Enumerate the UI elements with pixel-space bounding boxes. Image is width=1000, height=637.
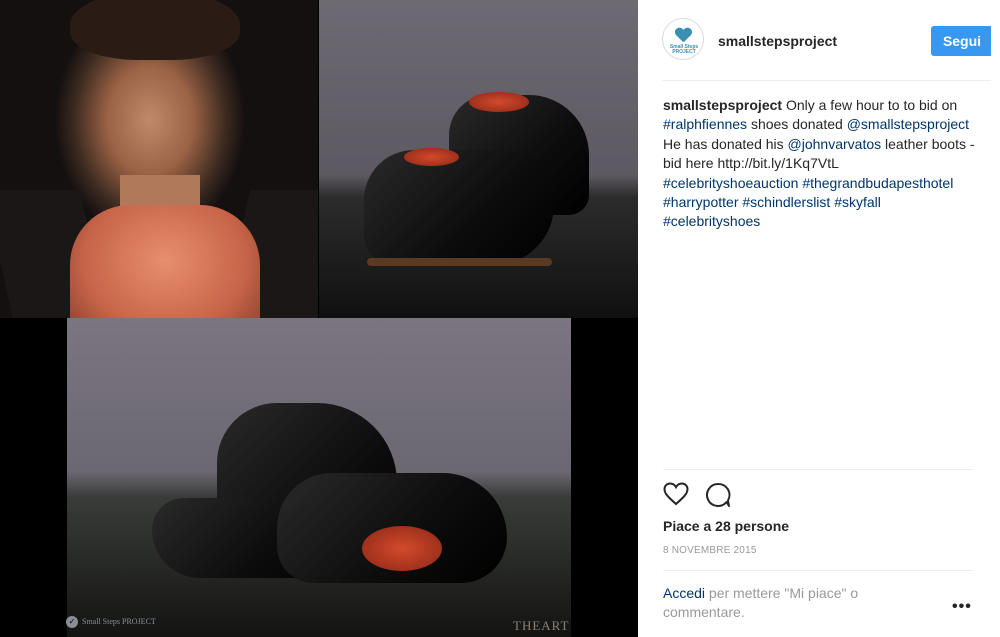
caption-text: Only a few hour to to bid on [782,97,958,113]
heart-watermark: THEART [513,618,570,633]
post-date: 8 NOVEMBRE 2015 [663,545,757,556]
media-watermark: ✓ Small Steps PROJECT [66,616,156,628]
mention-link[interactable]: @smallstepsproject [847,116,969,132]
watermark-text: Small Steps PROJECT [82,617,156,626]
speech-bubble-icon[interactable] [705,482,731,508]
boot-lining [362,526,442,571]
watermark-logo-icon: ✓ [66,616,78,628]
portrait-hair [70,0,240,60]
hashtag-link[interactable]: #skyfall [834,194,881,210]
post-media[interactable]: ✓ Small Steps PROJECT THEART [0,0,638,637]
portrait-photo [0,0,318,318]
hashtag-link[interactable]: #schindlerslist [742,194,830,210]
portrait-shirt [70,205,260,318]
login-link[interactable]: Accedi [663,585,705,601]
media-letterbox-right [571,318,638,637]
caption-text: shoes donated [747,116,847,133]
boots-photo-top [319,0,638,318]
avatar[interactable]: Small Steps PROJECT [662,18,704,60]
hashtag-link[interactable]: #ralphfiennes [663,116,747,132]
hashtag-link[interactable]: #harrypotter [663,194,738,210]
post-caption: smallstepsproject Only a few hour to to … [663,96,975,232]
avatar-text: Small Steps PROJECT [669,44,699,55]
boot-lining [404,148,459,166]
media-letterbox-left [0,318,67,637]
hashtag-link[interactable]: #celebrityshoes [663,213,760,229]
heart-logo-icon [675,28,691,42]
ellipsis-icon[interactable]: ••• [952,599,972,615]
actions-divider [663,469,973,470]
caption-text: He has donated his [663,135,788,152]
hashtag-link[interactable]: #celebrityshoeauction [663,175,798,191]
boot-sole [367,258,552,266]
caption-username[interactable]: smallstepsproject [663,97,782,113]
follow-button[interactable]: Segui [931,26,993,56]
mention-link[interactable]: @johnvarvatos [788,136,882,152]
scrollbar[interactable] [991,0,1000,637]
post-side-panel: Small Steps PROJECT smallstepsproject Se… [638,0,1000,637]
boot-shape [364,150,554,265]
post-header: Small Steps PROJECT smallstepsproject Se… [662,0,997,81]
heart-outline-icon[interactable] [663,482,689,506]
login-prompt: Accedi per mettere "Mi piace" o commenta… [663,584,933,622]
header-username[interactable]: smallstepsproject [718,33,837,49]
hashtag-link[interactable]: #thegrandbudapesthotel [802,175,953,191]
comment-divider [663,570,973,571]
boots-photo-bottom [67,318,571,637]
likes-count[interactable]: Piace a 28 persone [663,518,789,534]
boot-lining [469,92,529,112]
